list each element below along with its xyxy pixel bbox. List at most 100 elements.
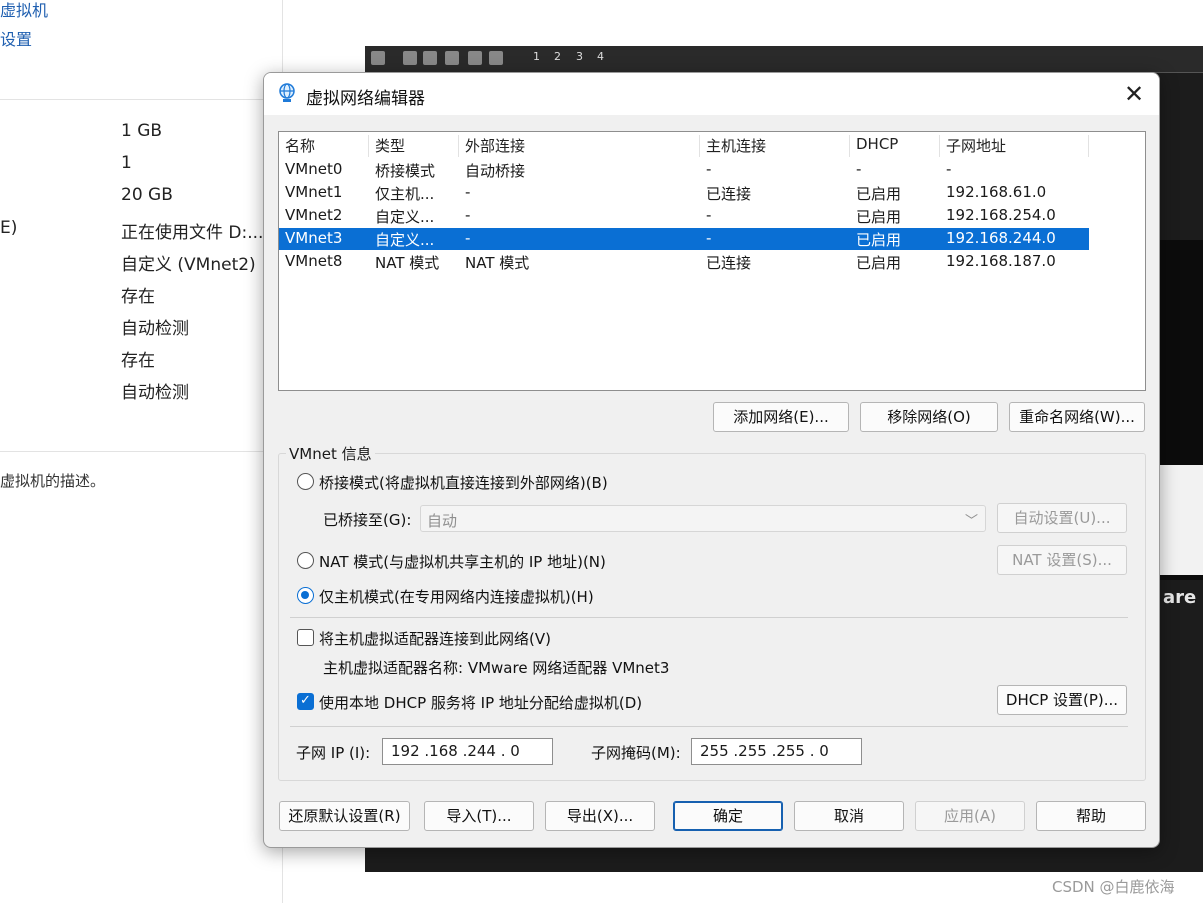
add-network-button[interactable]: 添加网络(E)... (713, 402, 849, 432)
nat-mode-radio[interactable] (297, 552, 314, 569)
cell-type: 桥接模式 (375, 162, 436, 180)
background-divider (0, 99, 282, 100)
help-button[interactable]: 帮助 (1036, 801, 1146, 831)
detail-value: 1 GB (121, 121, 163, 141)
console-tab[interactable]: 2 (554, 50, 561, 63)
cell-type: 自定义... (375, 231, 435, 249)
bridged-mode-radio[interactable] (297, 473, 314, 490)
cell-host: - (706, 206, 712, 224)
connect-adapter-checkbox[interactable] (297, 629, 314, 646)
bridged-to-value: 自动 (427, 512, 458, 530)
toolbar-icon[interactable] (371, 51, 385, 65)
cell-dhcp: - (856, 160, 862, 178)
subnet-ip-input[interactable]: 192 .168 .244 . 0 (382, 738, 553, 765)
vm-description: 虚拟机的描述。 (0, 472, 106, 490)
detail-value: 20 GB (121, 185, 173, 205)
cell-dhcp: 已启用 (856, 185, 902, 203)
cell-host: 已连接 (706, 254, 752, 272)
nat-settings-button[interactable]: NAT 设置(S)... (997, 545, 1127, 575)
separator (290, 617, 1128, 618)
cell-dhcp: 已启用 (856, 208, 902, 226)
network-row[interactable]: VMnet8 NAT 模式 NAT 模式 已连接 已启用 192.168.187… (279, 251, 1089, 273)
column-header-external[interactable]: 外部连接 (459, 135, 700, 157)
cell-type: NAT 模式 (375, 254, 440, 272)
subnet-mask-label: 子网掩码(M): (591, 744, 681, 762)
column-header-dhcp[interactable]: DHCP (850, 135, 940, 157)
dhcp-checkbox[interactable]: ✓ (297, 693, 314, 710)
vm-logo-art (1160, 465, 1203, 575)
console-tab[interactable]: 3 (576, 50, 583, 63)
virtual-network-editor-dialog: 虚拟网络编辑器 ✕ 名称 类型 外部连接 主机连接 DHCP 子网地址 VMne… (263, 72, 1160, 848)
toolbar-icon[interactable] (423, 51, 437, 65)
cell-subnet: 192.168.244.0 (946, 229, 1056, 247)
cell-dhcp: 已启用 (856, 231, 902, 249)
network-row[interactable]: VMnet2 自定义... - - 已启用 192.168.254.0 (279, 205, 1089, 227)
network-row[interactable]: VMnet0 桥接模式 自动桥接 - - - (279, 159, 1089, 181)
detail-value: 正在使用文件 D:... (121, 223, 264, 243)
dialog-title: 虚拟网络编辑器 (306, 89, 425, 109)
background-link-settings[interactable]: 设置 (0, 26, 32, 50)
cell-name: VMnet1 (285, 183, 343, 201)
cell-host: - (706, 160, 712, 178)
subnet-mask-input[interactable]: 255 .255 .255 . 0 (691, 738, 862, 765)
connect-adapter-label[interactable]: 将主机虚拟适配器连接到此网络(V) (319, 628, 551, 649)
host-only-mode-label[interactable]: 仅主机模式(在专用网络内连接虚拟机)(H) (319, 586, 594, 607)
export-button[interactable]: 导出(X)... (545, 801, 655, 831)
network-row[interactable]: VMnet1 仅主机... - 已连接 已启用 192.168.61.0 (279, 182, 1089, 204)
restore-defaults-button[interactable]: 还原默认设置(R) (279, 801, 410, 831)
cell-subnet: 192.168.254.0 (946, 206, 1056, 224)
cell-external: - (465, 229, 471, 247)
nat-mode-label[interactable]: NAT 模式(与虚拟机共享主机的 IP 地址)(N) (319, 551, 606, 572)
rename-network-button[interactable]: 重命名网络(W)... (1009, 402, 1145, 432)
close-button[interactable]: ✕ (1119, 79, 1149, 109)
toolbar-icon[interactable] (445, 51, 459, 65)
background-divider (0, 451, 282, 452)
detail-value: 1 (121, 153, 132, 173)
toolbar-icon[interactable] (403, 51, 417, 65)
cell-subnet: 192.168.61.0 (946, 183, 1047, 201)
cell-type: 自定义... (375, 208, 435, 226)
column-header-type[interactable]: 类型 (369, 135, 459, 157)
dhcp-label[interactable]: 使用本地 DHCP 服务将 IP 地址分配给虚拟机(D) (319, 692, 642, 713)
column-header-host[interactable]: 主机连接 (700, 135, 850, 157)
host-only-mode-radio[interactable] (297, 587, 314, 604)
toolbar-icon[interactable] (489, 51, 503, 65)
detail-value: 存在 (121, 351, 155, 371)
dialog-titlebar[interactable]: 虚拟网络编辑器 ✕ (264, 73, 1159, 115)
remove-network-button[interactable]: 移除网络(O) (860, 402, 998, 432)
cell-type: 仅主机... (375, 185, 435, 203)
console-tab[interactable]: 4 (597, 50, 604, 63)
cell-subnet: 192.168.187.0 (946, 252, 1056, 270)
bridged-mode-label[interactable]: 桥接模式(将虚拟机直接连接到外部网络)(B) (319, 472, 608, 493)
network-list[interactable]: 名称 类型 外部连接 主机连接 DHCP 子网地址 VMnet0 桥接模式 自动… (278, 131, 1146, 391)
detail-value: 自动检测 (121, 383, 189, 403)
adapter-name-text: 主机虚拟适配器名称: VMware 网络适配器 VMnet3 (323, 659, 670, 677)
vmnet-info-title: VMnet 信息 (286, 443, 375, 464)
bridged-to-select[interactable]: 自动 ﹀ (420, 505, 986, 532)
cell-dhcp: 已启用 (856, 254, 902, 272)
background-link-vm[interactable]: 虚拟机 (0, 0, 48, 21)
cell-name: VMnet3 (285, 229, 343, 247)
detail-value: 自定义 (VMnet2) (121, 255, 256, 275)
separator (290, 726, 1128, 727)
cell-external: NAT 模式 (465, 254, 530, 272)
toolbar-icon[interactable] (468, 51, 482, 65)
cell-external: - (465, 183, 471, 201)
import-button[interactable]: 导入(T)... (424, 801, 534, 831)
watermark: CSDN @白鹿依海 (1052, 878, 1175, 896)
ok-button[interactable]: 确定 (673, 801, 783, 831)
cell-name: VMnet8 (285, 252, 343, 270)
column-header-subnet[interactable]: 子网地址 (940, 135, 1089, 157)
auto-settings-button[interactable]: 自动设置(U)... (997, 503, 1127, 533)
column-header-name[interactable]: 名称 (279, 135, 369, 157)
network-row-selected[interactable]: VMnet3 自定义... - - 已启用 192.168.244.0 (279, 228, 1089, 250)
vm-screen-text: are (1163, 587, 1197, 608)
network-globe-icon (279, 83, 295, 102)
console-tab[interactable]: 1 (533, 50, 540, 63)
cancel-button[interactable]: 取消 (794, 801, 904, 831)
detail-value: 自动检测 (121, 319, 189, 339)
subnet-ip-label: 子网 IP (I): (296, 744, 371, 762)
apply-button[interactable]: 应用(A) (915, 801, 1025, 831)
dhcp-settings-button[interactable]: DHCP 设置(P)... (997, 685, 1127, 715)
cell-subnet: - (946, 160, 952, 178)
